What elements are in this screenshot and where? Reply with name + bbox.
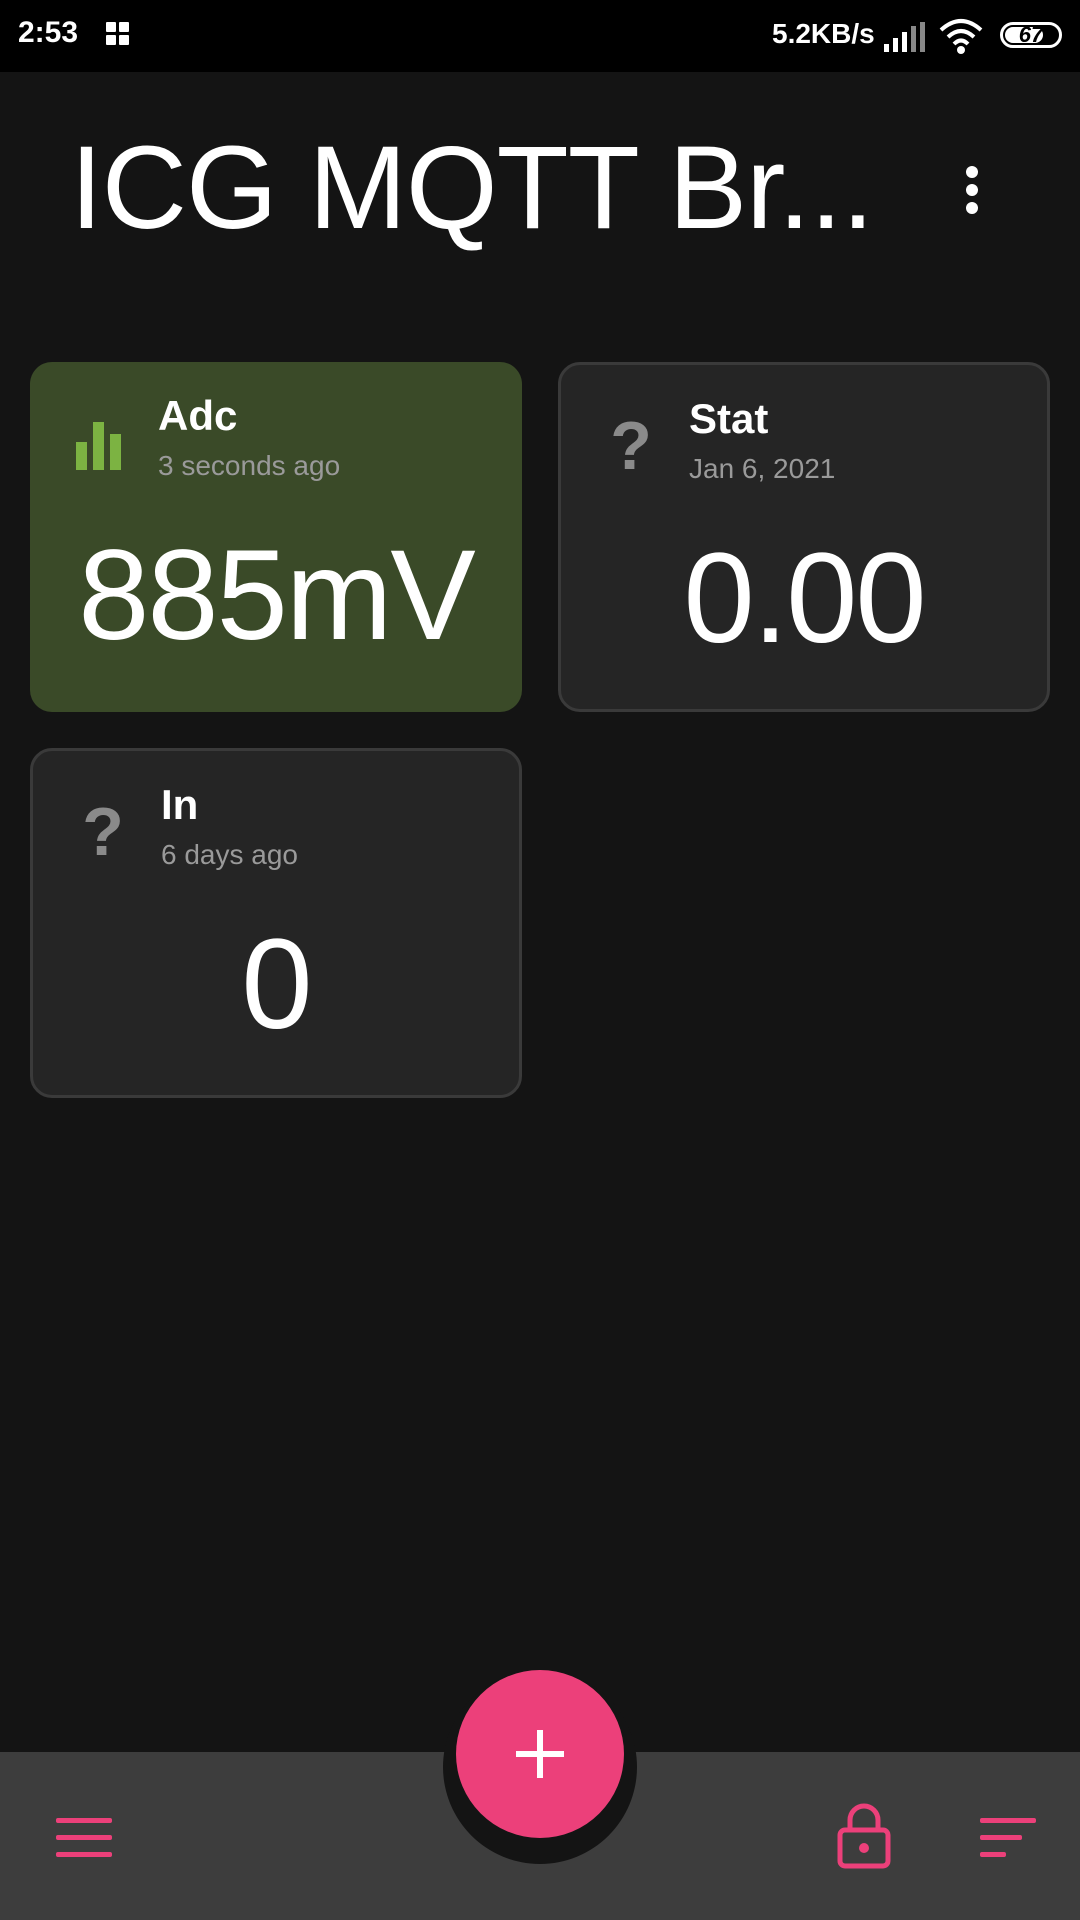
- question-icon: ?: [82, 794, 124, 870]
- menu-icon[interactable]: [56, 1818, 112, 1858]
- tile-timestamp: 6 days ago: [161, 839, 298, 870]
- signal-icon: [884, 22, 925, 52]
- apps-grid-icon: [106, 22, 130, 46]
- sort-icon[interactable]: [980, 1818, 1036, 1858]
- tile-value: 0.00: [683, 527, 926, 670]
- tile-stat[interactable]: ? Stat Jan 6, 2021 0.00: [558, 362, 1050, 712]
- tile-name: In: [161, 781, 199, 828]
- tile-in[interactable]: ? In 6 days ago 0: [30, 748, 522, 1098]
- status-bar: 2:53 5.2KB/s 67: [0, 0, 1080, 72]
- bar-chart-icon: [76, 422, 121, 470]
- page-title: ICG MQTT Br...: [70, 122, 874, 254]
- tile-value: 0: [241, 913, 312, 1056]
- battery-icon: 67: [1000, 22, 1062, 48]
- lock-icon[interactable]: [836, 1800, 892, 1870]
- tile-name: Stat: [689, 395, 769, 442]
- tile-timestamp: 3 seconds ago: [158, 450, 341, 481]
- add-button[interactable]: [456, 1670, 624, 1838]
- tile-value: 885mV: [78, 524, 476, 667]
- network-speed: 5.2KB/s: [772, 18, 875, 49]
- tile-name: Adc: [158, 392, 238, 439]
- wifi-icon: [939, 19, 983, 54]
- status-time: 2:53: [18, 16, 79, 49]
- battery-level: 67: [1018, 22, 1044, 47]
- more-vert-icon[interactable]: [950, 160, 994, 220]
- question-icon: ?: [610, 408, 652, 484]
- tile-timestamp: Jan 6, 2021: [689, 453, 836, 484]
- tile-adc[interactable]: Adc 3 seconds ago 885mV: [30, 362, 522, 712]
